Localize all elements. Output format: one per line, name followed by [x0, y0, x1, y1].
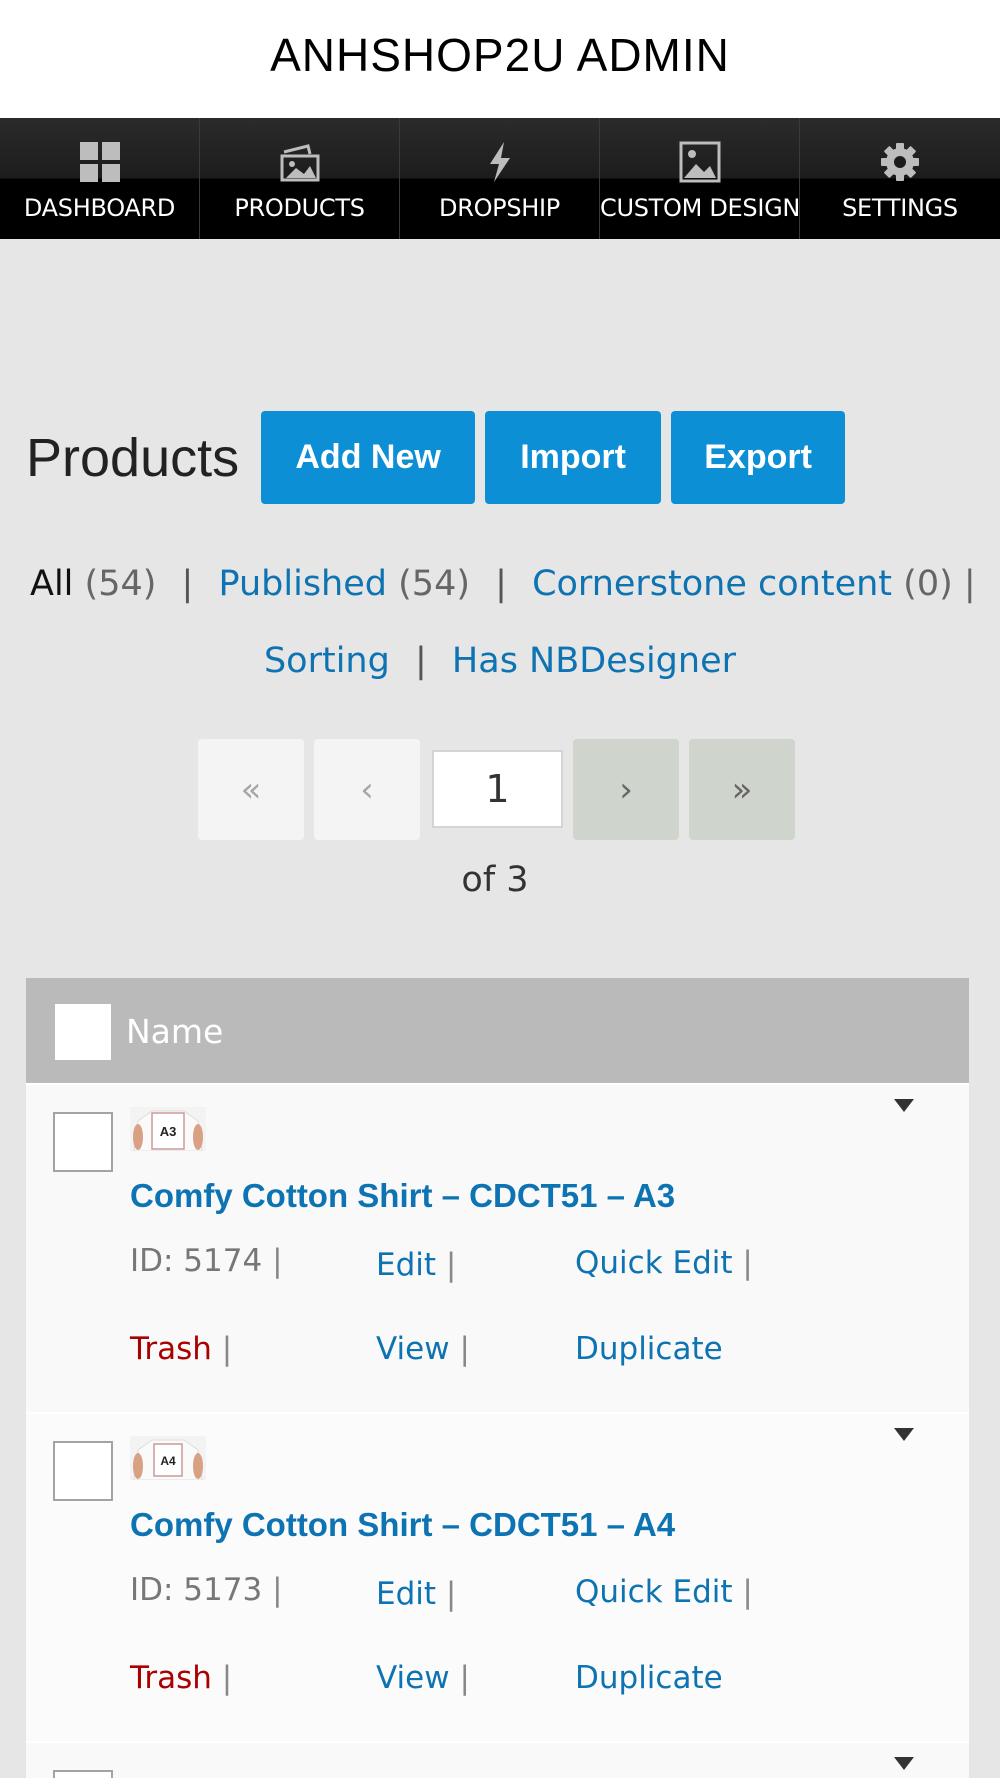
row-trash-action[interactable]: Trash | — [130, 1331, 232, 1367]
last-page-button[interactable]: » — [689, 739, 795, 840]
app-header: ANHSHOP2U ADMIN — [0, 0, 1000, 118]
product-name-link[interactable]: Comfy Cotton Shirt – CDCT51 – A4 — [130, 1506, 675, 1544]
prev-page-button: ‹ — [314, 739, 420, 840]
page-title: Products — [26, 427, 240, 488]
page-heading-row: Products Add New Import Export — [26, 411, 855, 504]
dashboard-grid-icon — [79, 142, 120, 182]
pagination: « ‹ 1 › » — [198, 739, 805, 840]
row-trash-action[interactable]: Trash | — [130, 1660, 232, 1696]
nav-item-dropship[interactable]: DROPSHIP — [400, 118, 600, 239]
row-checkbox[interactable] — [53, 1770, 113, 1778]
status-filters: All (54) | Published (54) | Cornerstone … — [30, 564, 976, 604]
row-id: ID: 5174 | — [130, 1243, 283, 1279]
filter-separator: | — [963, 564, 976, 604]
row-quick-edit-action[interactable]: Quick Edit | — [575, 1245, 753, 1281]
product-thumbnail[interactable]: A3 — [130, 1107, 206, 1151]
select-all-checkbox[interactable] — [55, 1004, 111, 1060]
filter-has-nbdesigner[interactable]: Has NBDesigner — [452, 641, 736, 681]
nav-item-custom-design[interactable]: CUSTOM DESIGN — [600, 118, 800, 239]
row-edit-action[interactable]: Edit | — [376, 1576, 456, 1612]
products-images-icon — [280, 144, 319, 182]
row-edit-action[interactable]: Edit | — [376, 1247, 456, 1283]
expand-row-caret-icon[interactable] — [894, 1099, 914, 1112]
current-page-input[interactable]: 1 — [432, 750, 563, 828]
filter-published-count: (54) — [398, 564, 470, 604]
filter-cornerstone[interactable]: Cornerstone content — [532, 564, 892, 604]
nav-item-dashboard[interactable]: DASHBOARD — [0, 118, 200, 239]
row-checkbox[interactable] — [53, 1441, 113, 1501]
next-page-button[interactable]: › — [573, 739, 679, 840]
row-view-action[interactable]: View | — [376, 1660, 470, 1696]
thumbnail-label: A3 — [160, 1124, 177, 1139]
nav-label-dashboard: DASHBOARD — [23, 194, 176, 222]
total-pages-text: of 3 — [461, 860, 529, 900]
nav-label-settings: SETTINGS — [842, 194, 958, 222]
product-name-link[interactable]: Comfy Cotton Shirt – CDCT51 – A3 — [130, 1177, 675, 1215]
row-checkbox[interactable] — [53, 1112, 113, 1172]
picture-icon — [679, 141, 720, 183]
nav-label-dropship: DROPSHIP — [439, 194, 560, 222]
gear-icon — [881, 143, 919, 181]
row-view-action[interactable]: View | — [376, 1331, 470, 1367]
filter-separator: | — [181, 564, 194, 604]
filter-cornerstone-count: (0) — [903, 564, 953, 604]
row-duplicate-action[interactable]: Duplicate — [575, 1660, 723, 1696]
export-button[interactable]: Export — [671, 411, 846, 504]
row-duplicate-action[interactable]: Duplicate — [575, 1331, 723, 1367]
column-header-name[interactable]: Name — [126, 1012, 223, 1051]
import-button[interactable]: Import — [485, 411, 662, 504]
thumbnail-label: A4 — [160, 1454, 176, 1468]
filter-separator: | — [414, 641, 427, 681]
products-table: Name A3 Comfy Cotton Shirt – CDCT51 – A3… — [26, 978, 969, 1778]
nav-item-products[interactable]: PRODUCTS — [200, 118, 400, 239]
filter-all-count: (54) — [84, 564, 157, 604]
table-row: A3 Comfy Cotton Shirt – CDCT51 – A3 ID: … — [26, 1083, 969, 1412]
row-id: ID: 5173 | — [130, 1572, 283, 1608]
first-page-button: « — [198, 739, 304, 840]
filter-all[interactable]: All — [30, 564, 73, 604]
lightning-icon — [489, 142, 510, 182]
main-nav: DASHBOARD PRODUCTS DROPSHIP CUSTOM DESIG… — [0, 118, 1000, 239]
table-row: A4 Comfy Cotton Shirt – CDCT51 – A4 ID: … — [26, 1412, 969, 1741]
add-new-button[interactable]: Add New — [261, 411, 476, 504]
row-quick-edit-action[interactable]: Quick Edit | — [575, 1574, 753, 1610]
app-title: ANHSHOP2U ADMIN — [270, 29, 730, 81]
nav-item-settings[interactable]: SETTINGS — [800, 118, 1000, 239]
filter-published[interactable]: Published — [218, 564, 387, 604]
table-row — [26, 1741, 969, 1778]
table-header: Name — [26, 978, 969, 1083]
product-thumbnail[interactable]: A4 — [130, 1436, 206, 1480]
filter-sorting[interactable]: Sorting — [264, 641, 390, 681]
filter-separator: | — [495, 564, 507, 604]
nav-label-custom-design: CUSTOM DESIGN — [600, 194, 801, 222]
nav-label-products: PRODUCTS — [234, 194, 365, 222]
expand-row-caret-icon[interactable] — [894, 1757, 914, 1770]
expand-row-caret-icon[interactable] — [894, 1428, 914, 1441]
status-filters-row2: Sorting | Has NBDesigner — [30, 641, 970, 681]
